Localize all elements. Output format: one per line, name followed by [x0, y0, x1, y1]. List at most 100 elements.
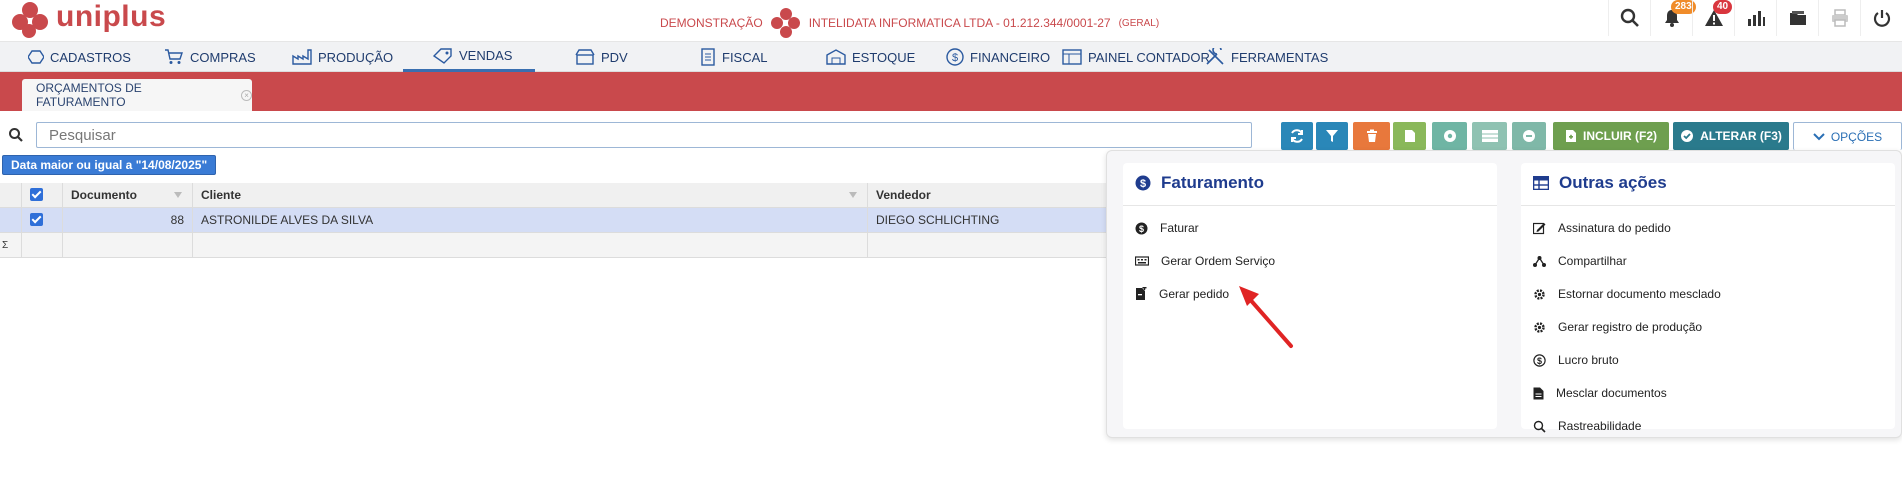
select-all-checkbox[interactable] [22, 183, 63, 208]
gear-icon [1534, 321, 1545, 333]
menu-pdv[interactable]: PDV [575, 42, 628, 72]
dollar-circle-icon: $ [1533, 353, 1546, 367]
menu-label: FERRAMENTAS [1231, 49, 1329, 65]
keyboard-icon [1135, 256, 1149, 266]
other-actions-panel: Outras ações Assinatura do pedido Compar… [1521, 163, 1895, 433]
column-documento[interactable]: Documento [63, 183, 193, 208]
share-icon [1533, 255, 1546, 267]
menu-compras[interactable]: COMPRAS [164, 42, 256, 72]
chevron-down-icon [1813, 132, 1825, 140]
menu-label: CADASTROS [50, 49, 131, 65]
billing-panel: $ Faturamento $ Faturar Gerar Ordem Serv… [1123, 163, 1497, 429]
menu-ferramentas[interactable]: FERRAMENTAS [1205, 42, 1328, 72]
include-label: INCLUIR (F2) [1583, 129, 1657, 143]
table-header: Documento Cliente Vendedor [0, 183, 1110, 208]
menu-estoque[interactable]: ESTOQUE [826, 42, 915, 72]
action-estornar-documento[interactable]: Estornar documento mesclado [1533, 285, 1721, 303]
dollar-circle-icon: $ [1135, 222, 1148, 234]
power-icon[interactable] [1860, 0, 1902, 36]
action-assinatura-pedido[interactable]: Assinatura do pedido [1533, 219, 1671, 237]
gear-icon [1534, 288, 1545, 300]
action-mesclar-documentos[interactable]: Mesclar documentos [1533, 384, 1667, 402]
menu-label: ESTOQUE [852, 49, 916, 65]
search-icon [8, 127, 24, 148]
menu-label: VENDAS [459, 48, 513, 63]
action-faturar[interactable]: $ Faturar [1135, 219, 1199, 237]
tag-icon [433, 47, 452, 64]
table-row[interactable]: 88 ASTRONILDE ALVES DA SILVA DIEGO SCHLI… [0, 208, 1110, 233]
view-button[interactable] [1432, 122, 1467, 150]
cell-cliente: ASTRONILDE ALVES DA SILVA [193, 208, 868, 233]
menu-cadastros[interactable]: CADASTROS [28, 42, 131, 72]
column-vendedor[interactable]: Vendedor [868, 183, 1110, 208]
folder-icon[interactable] [1776, 0, 1818, 36]
sort-icon[interactable] [174, 192, 182, 198]
refresh-icon [1291, 129, 1303, 143]
sort-icon[interactable] [849, 192, 857, 198]
filter-button[interactable] [1316, 122, 1348, 150]
tab-close-icon[interactable]: × [241, 89, 252, 101]
logo[interactable]: uniplus [12, 2, 166, 38]
dollar-icon: $ [946, 48, 964, 66]
tab-bar [0, 72, 1902, 111]
company-logo-icon [770, 8, 801, 38]
company-name: INTELIDATA INFORMATICA LTDA - 01.212.344… [808, 16, 1111, 30]
row-checkbox[interactable] [22, 208, 63, 233]
printer-icon[interactable] [1818, 0, 1860, 36]
svg-text:$: $ [952, 52, 958, 64]
main-menu: CADASTROS COMPRAS PRODUÇÃO VENDAS PDV FI… [0, 42, 1902, 72]
include-button[interactable]: INCLUIR (F2) [1553, 122, 1669, 150]
delete-button[interactable] [1353, 122, 1390, 150]
file-icon [1533, 387, 1544, 399]
tab-label: ORÇAMENTOS DE FATURAMENTO [36, 81, 142, 109]
menu-producao[interactable]: PRODUÇÃO [292, 42, 393, 72]
alter-button[interactable]: ALTERAR (F3) [1673, 122, 1789, 150]
store-icon [575, 49, 595, 65]
cart-icon [165, 49, 183, 64]
panel-icon [1062, 49, 1082, 65]
action-lucro-bruto[interactable]: $ Lucro bruto [1533, 351, 1619, 369]
search-input[interactable] [36, 122, 1252, 148]
company-scope: (GERAL) [1118, 17, 1160, 29]
menu-label: COMPRAS [190, 49, 256, 65]
menu-painel-contador[interactable]: PAINEL CONTADOR [1062, 42, 1210, 72]
warning-icon[interactable]: 40 [1692, 0, 1734, 36]
menu-label: FINANCEIRO [970, 49, 1051, 65]
document-button[interactable] [1393, 122, 1426, 150]
menu-financeiro[interactable]: $ FINANCEIRO [946, 42, 1050, 72]
action-rastreabilidade[interactable]: Rastreabilidade [1533, 417, 1641, 435]
options-label: OPÇÕES [1830, 129, 1883, 144]
warehouse-icon [826, 49, 846, 65]
billing-title: $ Faturamento [1135, 173, 1264, 193]
table-icon [1533, 176, 1549, 190]
column-cliente[interactable]: Cliente [193, 183, 868, 208]
list-button[interactable] [1472, 122, 1507, 150]
comment-icon [1523, 130, 1535, 142]
logo-mark-icon [12, 2, 50, 38]
action-compartilhar[interactable]: Compartilhar [1533, 252, 1627, 270]
action-gerar-ordem-servico[interactable]: Gerar Ordem Serviço [1135, 252, 1275, 270]
action-gerar-pedido[interactable]: Gerar pedido [1135, 285, 1229, 303]
options-button[interactable]: OPÇÕES [1793, 122, 1902, 150]
brand-name: uniplus [56, 0, 167, 33]
sum-symbol: Σ [0, 233, 22, 258]
refresh-button[interactable] [1281, 122, 1313, 150]
dollar-circle-icon: $ [1135, 175, 1151, 191]
factory-icon [292, 49, 312, 65]
list-icon [1481, 130, 1498, 142]
trash-icon [1366, 129, 1377, 142]
document-icon [701, 48, 715, 66]
menu-label: PDV [601, 49, 628, 65]
filter-chip[interactable]: Data maior ou igual a "14/08/2025" [2, 155, 217, 175]
menu-vendas[interactable]: VENDAS [403, 42, 535, 72]
search-icon[interactable] [1608, 0, 1650, 36]
tab-orcamentos[interactable]: ORÇAMENTOS DE FATURAMENTO × [22, 79, 252, 111]
menu-label: FISCAL [722, 49, 768, 65]
tools-icon [1206, 48, 1224, 65]
action-gerar-registro-producao[interactable]: Gerar registro de produção [1533, 318, 1702, 336]
menu-fiscal[interactable]: FISCAL [700, 42, 768, 72]
file-icon [1404, 130, 1415, 142]
chart-icon[interactable] [1734, 0, 1776, 36]
comment-button[interactable] [1512, 122, 1546, 150]
bell-icon[interactable]: 283 [1650, 0, 1696, 36]
